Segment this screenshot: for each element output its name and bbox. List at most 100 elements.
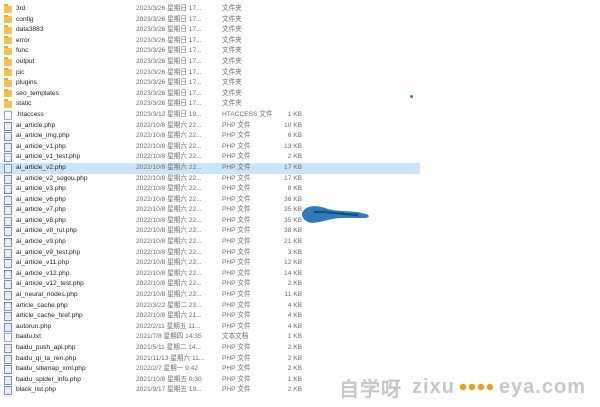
file-row[interactable]: 3rd 2023/3/26 星期日 17... 文件夹 <box>0 4 420 15</box>
file-name: ai_article_v11.php <box>16 259 70 267</box>
file-size: 2 KB <box>287 386 302 394</box>
file-date-modified: 2022/10/8 星期六 22... <box>136 153 202 161</box>
file-name: static <box>16 100 32 108</box>
file-date-modified: 2022/10/8 星期六 22... <box>136 132 202 140</box>
file-type: PHP 文件 <box>222 312 251 320</box>
file-name: ai_article_v2_sogou.php <box>16 174 88 182</box>
file-name: 3rd <box>16 5 26 12</box>
watermark-domain-part1: zixu <box>412 375 455 398</box>
file-row[interactable]: ai_article_v9_test.php 2022/10/8 星期六 22..… <box>0 248 420 259</box>
file-row[interactable]: ai_article_v2_sogou.php 2022/10/8 星期六 22.… <box>0 174 420 185</box>
file-type: PHP 文件 <box>222 153 251 161</box>
file-name: ai_article_v9.php <box>16 238 66 246</box>
file-row[interactable]: ai_article_v12_test.php 2022/10/8 星期六 22.… <box>0 279 420 290</box>
file-row[interactable]: ai_article_v1_test.php 2022/10/8 星期六 22..… <box>0 152 420 163</box>
php-file-icon <box>4 227 12 237</box>
file-date-modified: 2022/2/11 星期五 11... <box>136 322 201 330</box>
file-date-modified: 2022/10/8 星期六 22... <box>136 185 202 193</box>
file-name: seo_templates <box>16 89 59 97</box>
file-name: ai_article_v2.php <box>16 163 66 171</box>
php-file-icon <box>4 206 12 216</box>
file-date-modified: 2022/10/8 星期六 22... <box>136 248 202 256</box>
file-row[interactable]: func 2023/3/26 星期日 17... 文件夹 <box>0 46 420 57</box>
file-date-modified: 2022/3/22 星期二 23... <box>136 301 202 309</box>
file-date-modified: 2021/7/8 星期四 14:35 <box>136 333 202 341</box>
php-file-icon <box>4 322 12 332</box>
file-type: PHP 文件 <box>222 386 251 394</box>
file-row[interactable]: output 2023/3/26 星期日 17... 文件夹 <box>0 57 420 68</box>
file-date-modified: 2023/3/26 星期日 17... <box>136 100 202 108</box>
teal-dot-marker <box>410 95 413 98</box>
folder-icon <box>4 99 12 108</box>
file-name: baidu_spider_info.php <box>16 375 81 383</box>
file-date-modified: 2023/3/26 星期日 17... <box>136 57 202 65</box>
file-row[interactable]: error 2023/3/26 星期日 17... 文件夹 <box>0 35 420 47</box>
file-name: ai_article_v8.php <box>16 216 66 224</box>
php-file-icon <box>4 132 12 142</box>
file-row[interactable]: ai_article_v2.php 2022/10/8 星期六 22... PHP … <box>0 162 420 174</box>
file-row[interactable]: article_cache.php 2022/3/22 星期二 23... PHP … <box>0 301 420 312</box>
file-size: 21 KB <box>284 238 302 246</box>
file-size: 6 KB <box>287 132 302 140</box>
file-row[interactable]: baidu_push_api.php 2021/5/11 星期二 14... PHP… <box>0 343 420 354</box>
php-file-icon <box>4 386 12 396</box>
folder-icon <box>4 4 12 13</box>
file-name: ai_neural_nodes.php <box>16 291 78 299</box>
file-name: plugins <box>16 79 37 87</box>
file-row[interactable]: autorun.php 2022/2/11 星期五 11... PHP 文件 4 KB <box>0 322 420 333</box>
file-date-modified: 2022/10/8 星期六 22... <box>136 280 202 288</box>
file-date-modified: 2023/3/12 星期日 19... <box>136 110 202 118</box>
file-date-modified: 2022/10/8 星期六 22... <box>136 174 202 182</box>
file-date-modified: 2022/10/8 星期六 22... <box>136 142 202 150</box>
file-row[interactable]: ai_article_img.php 2022/10/8 星期六 22... PHP… <box>0 131 420 142</box>
file-type: PHP 文件 <box>222 174 251 182</box>
file-row[interactable]: pic 2023/3/26 星期日 17... 文件夹 <box>0 67 420 79</box>
file-row[interactable]: ai_article_v11.php 2022/10/8 星期六 22... PHP… <box>0 258 420 269</box>
file-name: baidu_sitemap_xml.php <box>16 365 86 373</box>
file-row[interactable]: ai_article_v9.php 2022/10/8 星期六 22... PHP … <box>0 237 420 248</box>
file-row[interactable]: seo_templates 2023/3/26 星期日 17... 文件夹 <box>0 88 420 100</box>
file-row[interactable]: static 2023/3/26 星期日 17... 文件夹 <box>0 99 420 110</box>
php-file-icon <box>4 365 12 375</box>
file-name: article_cache.php <box>16 301 68 309</box>
file-name: func <box>16 47 29 55</box>
file-row[interactable]: ai_article_v3.php 2022/10/8 星期六 22... PHP … <box>0 184 420 195</box>
file-row[interactable]: baidu_qi_ta_ren.php 2021/11/13 星期六 11... P… <box>0 354 420 365</box>
php-file-icon <box>4 216 12 226</box>
file-type: PHP 文件 <box>222 375 251 383</box>
file-row[interactable]: plugins 2023/3/26 星期日 17... 文件夹 <box>0 78 420 89</box>
file-row[interactable]: config 2023/3/26 星期日 17... 文件夹 <box>0 14 420 26</box>
file-type: 文件夹 <box>222 57 242 65</box>
file-row[interactable]: ai_article.php 2022/10/8 星期六 22... PHP 文件 1… <box>0 121 420 132</box>
file-name: data3883 <box>16 26 44 34</box>
php-file-icon <box>4 344 12 353</box>
file-date-modified: 2023/3/26 星期日 17... <box>136 36 202 44</box>
file-row[interactable]: data3883 2023/3/26 星期日 17... 文件夹 <box>0 25 420 36</box>
file-date-modified: 2022/10/8 星期六 22... <box>136 227 202 235</box>
file-row[interactable]: ai_article_v12.php 2022/10/8 星期六 22... PHP… <box>0 269 420 280</box>
file-row[interactable]: .htaccess 2023/3/12 星期日 19... HTACCESS 文件 1… <box>0 110 420 121</box>
file-type: PHP 文件 <box>222 301 251 309</box>
file-size: 14 KB <box>284 269 302 277</box>
file-type: PHP 文件 <box>222 259 251 267</box>
php-file-icon <box>4 354 12 364</box>
site-watermark: 自学呀 zixu eya.com <box>339 373 586 401</box>
file-date-modified: 2022/10/8 星期六 22... <box>136 163 202 171</box>
php-file-icon <box>4 174 12 184</box>
file-row[interactable]: ai_article_v1.php 2022/10/8 星期六 22... PHP … <box>0 142 420 153</box>
php-file-icon <box>4 238 12 248</box>
file-type: 文件夹 <box>222 26 242 34</box>
file-date-modified: 2022/10/8 星期六 22... <box>136 195 202 203</box>
php-file-icon <box>4 163 12 173</box>
file-row[interactable]: article_cache_href.php 2022/10/8 星期六 21..… <box>0 311 420 322</box>
file-size: 36 KB <box>284 195 302 203</box>
folder-icon <box>4 67 12 77</box>
file-row[interactable]: baidu.txt 2021/7/8 星期四 14:35 文本文档 1 KB <box>0 332 420 343</box>
file-row[interactable]: ai_neural_nodes.php 2022/10/8 星期六 22... PH… <box>0 290 420 301</box>
php-file-icon <box>4 291 12 301</box>
file-date-modified: 2022/10/8 星期六 22... <box>136 291 202 299</box>
file-explorer-window: 3rd 2023/3/26 星期日 17... 文件夹 config 2023/3/26… <box>0 0 600 407</box>
folder-icon <box>4 46 12 55</box>
php-file-icon <box>4 312 12 322</box>
file-date-modified: 2022/2/7 星期一 9:42 <box>136 365 198 373</box>
